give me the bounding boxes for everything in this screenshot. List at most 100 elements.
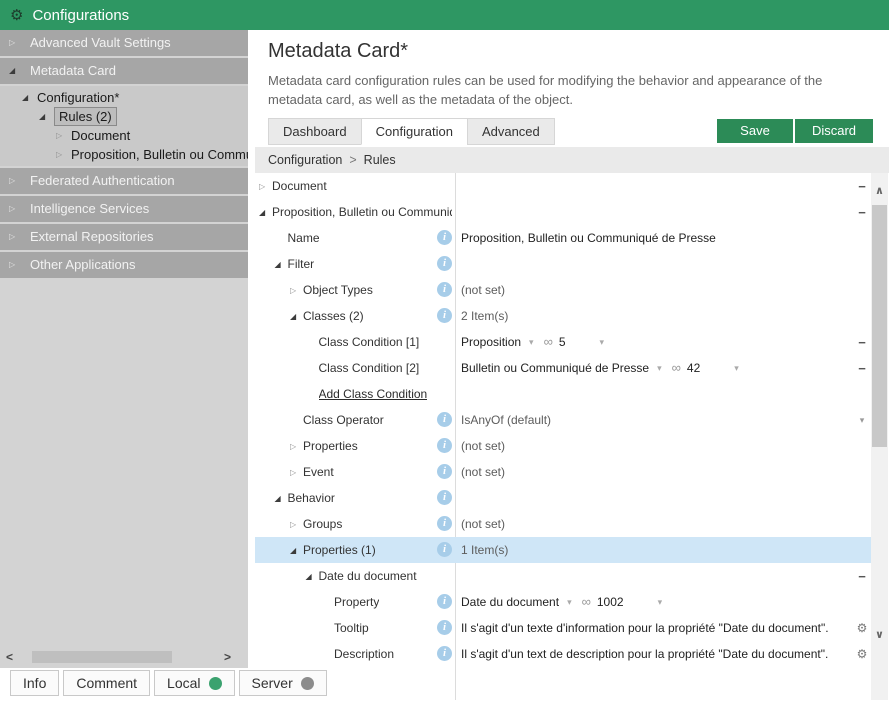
scroll-down-icon[interactable]: ∨ [871, 625, 888, 645]
info-icon[interactable]: i [437, 620, 452, 635]
scrollbar-thumb[interactable] [32, 651, 172, 663]
sidebar-item-label: Intelligence Services [30, 201, 149, 216]
info-icon[interactable]: i [437, 256, 452, 271]
sidebar-item-rules-2-[interactable]: ◢Rules (2) [0, 107, 248, 126]
save-button[interactable]: Save [717, 119, 793, 143]
discard-button[interactable]: Discard [795, 119, 873, 143]
sidebar-item-federated-authentication[interactable]: ▷Federated Authentication [0, 168, 248, 194]
remove-row-icon[interactable]: − [858, 179, 866, 194]
gear-area: ⚙ [853, 615, 871, 641]
collapse-icon[interactable]: ◢ [306, 563, 312, 589]
expand-icon[interactable]: ▷ [290, 511, 296, 537]
sidebar-item-label: Other Applications [30, 257, 136, 272]
settings-gear-icon[interactable]: ⚙ [857, 621, 868, 635]
sidebar-item-external-repositories[interactable]: ▷External Repositories [0, 224, 248, 250]
condition-id[interactable]: 42 [687, 355, 700, 381]
info-icon[interactable]: i [437, 412, 452, 427]
remove-row-icon[interactable]: − [858, 569, 866, 584]
collapse-icon[interactable]: ◢ [39, 107, 45, 126]
collapse-icon[interactable]: ◢ [275, 251, 281, 277]
id-link-icon: ∞ [672, 355, 681, 381]
sidebar-item-label: Metadata Card [30, 63, 116, 78]
expand-icon[interactable]: ▷ [9, 30, 15, 56]
collapse-icon[interactable]: ◢ [22, 88, 28, 107]
row-value: 1 Item(s) [461, 537, 508, 563]
footer-tab-comment[interactable]: Comment [63, 670, 150, 696]
row-label: Tooltip [334, 615, 369, 641]
sidebar-item-proposition-bulletin-ou-communi[interactable]: ▷Proposition, Bulletin ou Communi [0, 145, 248, 164]
info-icon[interactable]: i [437, 516, 452, 531]
sidebar-item-configuration-[interactable]: ◢Configuration* [0, 88, 248, 107]
footer-tab-server[interactable]: Server [239, 670, 327, 696]
collapse-icon[interactable]: ◢ [290, 537, 296, 563]
tab-configuration[interactable]: Configuration [361, 118, 467, 145]
info-icon[interactable]: i [437, 594, 452, 609]
tab-advanced[interactable]: Advanced [467, 118, 555, 145]
grid-row: ▷Propertiesi(not set) [255, 433, 889, 459]
expand-icon[interactable]: ▷ [290, 459, 296, 485]
expand-icon[interactable]: ▷ [9, 196, 15, 222]
scrollbar-thumb[interactable] [872, 205, 887, 447]
chevron-down-icon[interactable]: ▾ [658, 589, 663, 615]
expand-icon[interactable]: ▷ [56, 126, 62, 145]
expand-icon[interactable]: ▷ [290, 277, 296, 303]
sidebar-item-metadata-card[interactable]: ◢ Metadata Card [0, 58, 248, 84]
footer-tab-info[interactable]: Info [10, 670, 59, 696]
breadcrumb-item-rules[interactable]: Rules [364, 153, 396, 167]
info-icon[interactable]: i [437, 230, 452, 245]
info-icon[interactable]: i [437, 646, 452, 661]
expand-icon[interactable]: ▷ [9, 252, 15, 278]
chevron-down-icon[interactable]: ▾ [860, 415, 865, 426]
settings-gear-icon[interactable]: ⚙ [857, 647, 868, 661]
condition-id[interactable]: 1002 [597, 589, 624, 615]
sidebar-item-intelligence-services[interactable]: ▷ Intelligence Services [0, 196, 248, 222]
condition-name[interactable]: Bulletin ou Communiqué de Presse [461, 355, 649, 381]
expand-icon[interactable]: ▷ [290, 433, 296, 459]
info-icon[interactable]: i [437, 464, 452, 479]
scroll-right-icon[interactable]: > [224, 648, 231, 666]
chevron-down-icon[interactable]: ▾ [734, 355, 739, 381]
expand-icon[interactable]: ▷ [56, 145, 62, 164]
expand-icon[interactable]: ▷ [259, 173, 265, 199]
configurations-window: ⚙ Configurations ▷Advanced Vault Setting… [0, 0, 889, 720]
condition-name[interactable]: Proposition [461, 329, 521, 355]
remove-row-icon[interactable]: − [858, 335, 866, 350]
expand-icon[interactable]: ▷ [9, 224, 15, 250]
sidebar-item-advanced-vault-settings[interactable]: ▷Advanced Vault Settings [0, 30, 248, 56]
row-label: Proposition, Bulletin ou Communiq... [272, 199, 452, 225]
collapse-icon[interactable]: ◢ [9, 58, 15, 84]
main-panel: Metadata Card* Metadata card configurati… [255, 30, 889, 678]
sidebar-item-other-applications[interactable]: ▷ Other Applications [0, 252, 248, 278]
add-class-condition-link[interactable]: Add Class Condition [319, 381, 428, 407]
tab-bar: DashboardConfigurationAdvanced [268, 118, 555, 145]
info-icon[interactable]: i [437, 542, 452, 557]
chevron-down-icon[interactable]: ▾ [600, 329, 605, 355]
chevron-down-icon[interactable]: ▾ [567, 589, 572, 615]
condition-name[interactable]: Date du document [461, 589, 559, 615]
grid-rows: ▷Document−◢Proposition, Bulletin ou Comm… [255, 173, 889, 667]
remove-row-icon[interactable]: − [858, 205, 866, 220]
tab-dashboard[interactable]: Dashboard [268, 118, 361, 145]
sidebar-horizontal-scrollbar[interactable]: < > [0, 648, 248, 666]
chevron-down-icon[interactable]: ▾ [657, 355, 662, 381]
condition-value[interactable]: Date du document▾∞1002▾ [461, 589, 662, 615]
footer-tab-local[interactable]: Local [154, 670, 234, 696]
condition-id[interactable]: 5 [559, 329, 566, 355]
remove-row-icon[interactable]: − [858, 361, 866, 376]
expand-icon[interactable]: ▷ [9, 168, 15, 194]
condition-value[interactable]: Proposition▾∞5▾ [461, 329, 604, 355]
scroll-up-icon[interactable]: ∧ [871, 181, 888, 201]
scroll-left-icon[interactable]: < [6, 648, 13, 666]
info-icon[interactable]: i [437, 308, 452, 323]
info-icon[interactable]: i [437, 438, 452, 453]
info-icon[interactable]: i [437, 490, 452, 505]
vertical-scrollbar[interactable]: ∧ ∨ [871, 173, 888, 700]
collapse-icon[interactable]: ◢ [275, 485, 281, 511]
collapse-icon[interactable]: ◢ [259, 199, 265, 225]
sidebar-item-document[interactable]: ▷Document [0, 126, 248, 145]
breadcrumb-item-configuration[interactable]: Configuration [268, 153, 342, 167]
condition-value[interactable]: Bulletin ou Communiqué de Presse ▾ ∞42 ▾ [461, 355, 739, 381]
info-icon[interactable]: i [437, 282, 452, 297]
chevron-down-icon[interactable]: ▾ [529, 329, 534, 355]
collapse-icon[interactable]: ◢ [290, 303, 296, 329]
